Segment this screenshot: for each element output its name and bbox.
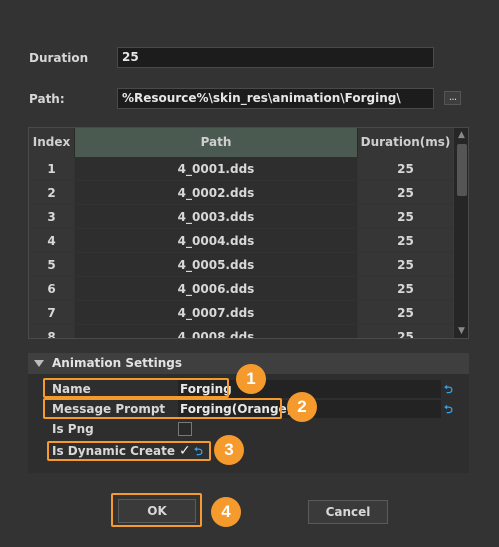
cell-duration: 25 bbox=[358, 301, 453, 324]
path-input[interactable]: %Resource%\skin_res\animation\Forging\ bbox=[117, 88, 434, 109]
collapse-triangle-icon[interactable] bbox=[34, 360, 44, 367]
table-scrollbar[interactable]: ▲ ▼ bbox=[453, 128, 468, 338]
table-header: Index Path Duration(ms) bbox=[29, 128, 453, 157]
highlight-message-prompt bbox=[43, 398, 282, 419]
table-row[interactable]: 1 4_0001.dds 25 bbox=[29, 157, 453, 181]
highlight-dynamic-create bbox=[47, 441, 211, 461]
cell-path: 4_0001.dds bbox=[75, 157, 358, 180]
cell-index: 2 bbox=[29, 181, 75, 204]
duration-input[interactable]: 25 bbox=[117, 47, 434, 68]
duration-label: Duration bbox=[29, 51, 89, 65]
frames-table: Index Path Duration(ms) 1 4_0001.dds 2 5 … bbox=[28, 127, 469, 339]
table-row[interactable]: 4 4_0004.dds 25 bbox=[29, 229, 453, 253]
is-png-label: Is Png bbox=[52, 422, 94, 436]
cell-path: 4_0008.dds bbox=[75, 325, 358, 338]
cell-index: 4 bbox=[29, 229, 75, 252]
cell-duration: 25 bbox=[358, 277, 453, 300]
cell-duration: 25 bbox=[358, 157, 453, 180]
cell-index: 7 bbox=[29, 301, 75, 324]
cell-index: 6 bbox=[29, 277, 75, 300]
cell-duration: 25 bbox=[358, 181, 453, 204]
message-reset-icon[interactable]: ⮌ bbox=[444, 404, 455, 415]
table-row[interactable]: 3 4_0003.dds 25 bbox=[29, 205, 453, 229]
cell-path: 4_0004.dds bbox=[75, 229, 358, 252]
cell-duration: 25 bbox=[358, 205, 453, 228]
highlight-name bbox=[43, 378, 229, 398]
table-body: 1 4_0001.dds 25 2 4_0002.dds 25 3 4_0003… bbox=[29, 157, 453, 338]
is-png-checkbox[interactable] bbox=[178, 422, 192, 436]
cell-path: 4_0006.dds bbox=[75, 277, 358, 300]
cell-index: 8 bbox=[29, 325, 75, 338]
name-reset-icon[interactable]: ⮌ bbox=[444, 384, 455, 395]
cell-index: 5 bbox=[29, 253, 75, 276]
scroll-up-icon[interactable]: ▲ bbox=[454, 128, 468, 142]
table-row[interactable]: 6 4_0006.dds 25 bbox=[29, 277, 453, 301]
animation-settings-title: Animation Settings bbox=[52, 356, 183, 370]
scroll-thumb[interactable] bbox=[457, 144, 467, 196]
cell-path: 4_0003.dds bbox=[75, 205, 358, 228]
table-row[interactable]: 5 4_0005.dds 25 bbox=[29, 253, 453, 277]
cell-duration: 25 bbox=[358, 325, 453, 338]
step-badge-4: 4 bbox=[211, 497, 241, 527]
browse-button[interactable]: ... bbox=[444, 91, 461, 105]
column-header-duration[interactable]: Duration(ms) bbox=[358, 128, 453, 157]
ok-button[interactable]: OK bbox=[118, 499, 196, 523]
cell-path: 4_0002.dds bbox=[75, 181, 358, 204]
table-row[interactable]: 2 4_0002.dds 25 bbox=[29, 181, 453, 205]
cell-index: 1 bbox=[29, 157, 75, 180]
path-label: Path: bbox=[29, 92, 65, 106]
step-badge-3: 3 bbox=[214, 435, 244, 465]
cell-index: 3 bbox=[29, 205, 75, 228]
cell-duration: 25 bbox=[358, 253, 453, 276]
step-badge-2: 2 bbox=[287, 392, 317, 422]
cancel-button[interactable]: Cancel bbox=[308, 500, 388, 524]
column-header-index[interactable]: Index bbox=[29, 128, 75, 157]
scroll-down-icon[interactable]: ▼ bbox=[454, 324, 468, 338]
cell-path: 4_0005.dds bbox=[75, 253, 358, 276]
table-row[interactable]: 8 4_0008.dds 25 bbox=[29, 325, 453, 338]
column-header-path[interactable]: Path bbox=[75, 128, 358, 157]
cell-path: 4_0007.dds bbox=[75, 301, 358, 324]
step-badge-1: 1 bbox=[236, 364, 266, 394]
table-row[interactable]: 7 4_0007.dds 25 bbox=[29, 301, 453, 325]
cell-duration: 25 bbox=[358, 229, 453, 252]
